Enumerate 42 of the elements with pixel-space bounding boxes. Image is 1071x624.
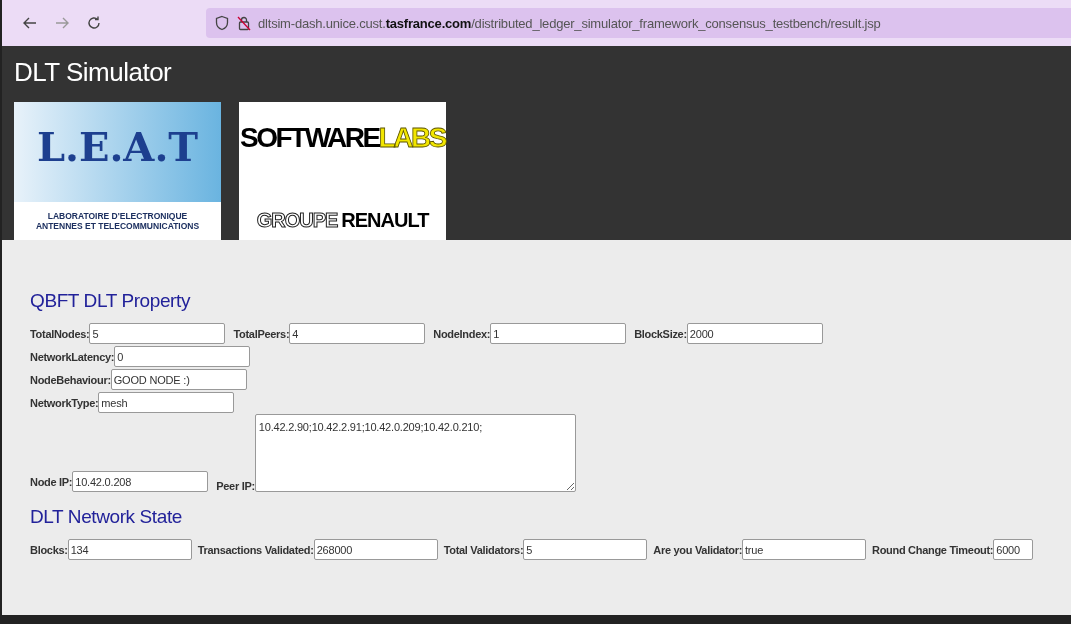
field-label: TotalNodes: bbox=[30, 327, 90, 340]
logo-letters: L.E.A.T bbox=[36, 122, 199, 172]
input-field[interactable]: 5 bbox=[523, 539, 648, 560]
input-field[interactable]: GOOD NODE :) bbox=[110, 369, 247, 390]
lock-icon bbox=[236, 15, 252, 31]
input-field[interactable]: 2000 bbox=[686, 323, 823, 344]
field-label: Transactions Validated: bbox=[197, 543, 314, 556]
field-label: Round Change Timeout: bbox=[872, 543, 994, 556]
input-field[interactable]: 268000 bbox=[313, 539, 438, 560]
input-field[interactable]: 1 bbox=[490, 323, 627, 344]
field-label: Peer IP: bbox=[216, 480, 255, 492]
input-field[interactable]: 6000 bbox=[993, 539, 1034, 560]
address-bar[interactable]: dltsim-dash.unice.cust.tasfrance.com/distributed_ledger_simulator_framework_consensus_testbench/result.jsp bbox=[206, 8, 1071, 38]
back-icon[interactable] bbox=[22, 15, 38, 31]
field-label: Are you Validator: bbox=[653, 543, 742, 556]
field-label: NetworkType: bbox=[30, 396, 99, 409]
input-field[interactable]: 10.42.0.208 bbox=[72, 471, 209, 492]
input-field[interactable]: 0 bbox=[114, 346, 251, 367]
text-area[interactable]: 10.42.2.90;10.42.2.91;10.42.0.209;10.42.0.210; bbox=[254, 414, 576, 492]
logo-caption: LABORATOIRE D'ELECTRONIQUE bbox=[47, 211, 188, 221]
field-label: NodeBehaviour: bbox=[30, 373, 111, 386]
logo-caption: ANTENNES ET TELECOMMUNICATIONS bbox=[35, 221, 200, 231]
section-heading: QBFT DLT Property bbox=[30, 290, 192, 312]
input-field[interactable]: true bbox=[742, 539, 866, 560]
logo-wordmark: SOFTWARELABS bbox=[240, 121, 445, 155]
section-heading: DLT Network State bbox=[30, 506, 183, 528]
field-label: Blocks: bbox=[30, 543, 68, 556]
field-label: BlockSize: bbox=[634, 327, 687, 340]
input-field[interactable]: 134 bbox=[67, 539, 192, 560]
input-field[interactable]: 4 bbox=[289, 323, 426, 344]
input-field[interactable]: 5 bbox=[89, 323, 226, 344]
field-label: Total Validators: bbox=[443, 543, 524, 556]
field-label: Node IP: bbox=[30, 475, 73, 488]
url-text: dltsim-dash.unice.cust.tasfrance.com/distributed_ledger_simulator_framework_consensus_testbench/result.jsp bbox=[258, 15, 881, 31]
input-field[interactable]: mesh bbox=[98, 392, 235, 413]
field-label: TotalPeers: bbox=[233, 327, 290, 340]
field-label: NodeIndex: bbox=[433, 327, 491, 340]
reload-icon[interactable] bbox=[86, 15, 102, 31]
page-title: DLT Simulator bbox=[14, 56, 173, 89]
field-label: NetworkLatency: bbox=[30, 350, 115, 363]
shield-icon bbox=[214, 15, 230, 31]
logo-caption: GROUPE RENAULT bbox=[256, 208, 429, 233]
